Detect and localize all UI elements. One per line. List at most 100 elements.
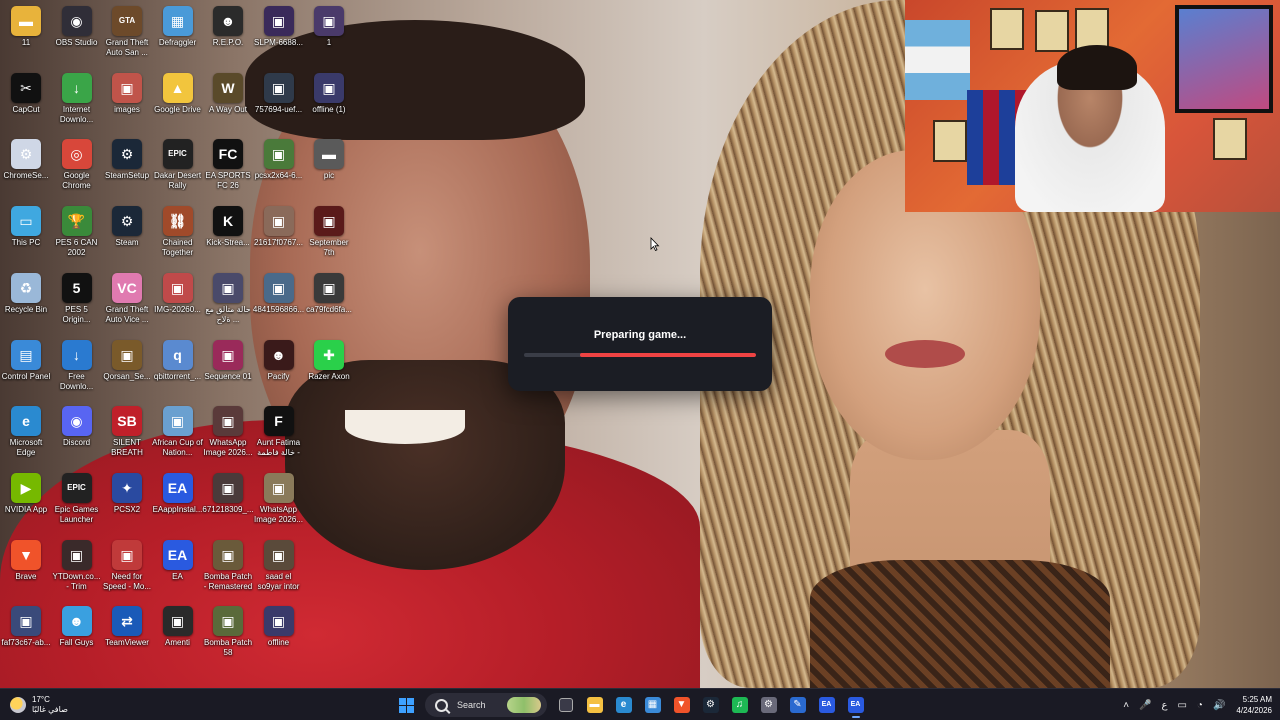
desktop-icon[interactable]: ▣ faf73c67-ab... (0, 602, 52, 668)
desktop-app-icon: ▣ (213, 272, 243, 303)
desktop-icon[interactable]: ▣ Amenti (152, 602, 204, 668)
taskbar-app-word-pad[interactable]: ✎ (785, 692, 811, 718)
desktop-icon[interactable]: ▣ WhatsApp Image 2026... (202, 402, 254, 468)
desktop-icon[interactable]: ↓ Internet Downlo... (51, 69, 103, 135)
desktop-icon[interactable]: ▣ IMG-20260... (152, 269, 204, 335)
taskbar-app-ea-app-active[interactable]: EA (843, 692, 869, 718)
desktop-app-icon: EPIC (162, 139, 193, 170)
desktop-icon[interactable]: ▤ Control Panel (0, 336, 52, 402)
desktop-icon[interactable]: ⇄ TeamViewer (101, 602, 153, 668)
desktop-app-icon: ▣ (61, 539, 92, 570)
desktop-icon[interactable]: WA Way Out (202, 69, 254, 135)
desktop-icon[interactable]: ▣ Bomba Patch 58 (202, 602, 254, 668)
desktop-icon[interactable]: ↓ Free Downlo... (51, 336, 103, 402)
desktop-icon[interactable]: SB SILENT BREATH (101, 402, 153, 468)
taskbar-search-box[interactable]: Search (425, 693, 547, 717)
desktop-icon[interactable]: EPIC Dakar Desert Rally (152, 135, 204, 201)
desktop-icon[interactable]: ▣ Need for Speed - Mo... (101, 536, 153, 602)
webcam-poster (1035, 10, 1069, 52)
desktop-icon[interactable]: EA EA (152, 536, 204, 602)
desktop-icon[interactable]: ▣ saad el so9yar intor (253, 536, 305, 602)
desktop-icon[interactable]: ▣ 1 (303, 2, 355, 68)
desktop-icon-label: 4841596866... (252, 304, 305, 314)
desktop-icon[interactable]: GTA Grand Theft Auto San ... (101, 2, 153, 68)
desktop-icon[interactable]: ▣ pcsx2x64-6... (253, 135, 305, 201)
desktop-icon[interactable]: ✦ PCSX2 (101, 469, 153, 535)
desktop-icon[interactable]: K Kick-Strea... (202, 202, 254, 268)
language-indicator[interactable]: ع (1161, 700, 1167, 711)
desktop-icon[interactable]: 🏆 PES 6 CAN 2002 (51, 202, 103, 268)
desktop-icon[interactable]: ▣ YTDown.co... - Trim (51, 536, 103, 602)
desktop-icon-label: Sequence 01 (204, 371, 252, 381)
desktop-icon[interactable]: ▣ SLPM-6688... (253, 2, 305, 68)
desktop-icon[interactable]: ▼ Brave (0, 536, 52, 602)
desktop-icon[interactable]: ▬ pic (303, 135, 355, 201)
desktop-icon[interactable]: ▣ Sequence 01 (202, 336, 254, 402)
desktop-icon[interactable]: ▣ images (101, 69, 153, 135)
desktop-icon[interactable]: ▶ NVIDIA App (0, 469, 52, 535)
desktop-icon[interactable]: 5 PES 5 Origin... (51, 269, 103, 335)
desktop-icon-label: WhatsApp Image 2026... (203, 438, 253, 458)
desktop-icon[interactable]: ▣ 4841596866... (253, 269, 305, 335)
desktop-icon[interactable]: ▣ Qorsan_Se... (101, 336, 153, 402)
desktop-icon[interactable]: ▣ Bomba Patch - Remastered (202, 536, 254, 602)
desktop-icon[interactable]: ▣ African Cup of Nation... (152, 402, 204, 468)
desktop-icon[interactable]: ◉ Discord (51, 402, 103, 468)
desktop-icon[interactable]: ✚ Razer Axon (303, 336, 355, 402)
desktop-icon[interactable]: ▣ 671218309_... (202, 469, 254, 535)
desktop-icon[interactable]: ▣ حالة متألق مع ... ةلاح (202, 269, 254, 335)
monitor-icon[interactable]: ▭ (1177, 700, 1186, 711)
desktop-icon[interactable]: ▲ Google Drive (152, 69, 204, 135)
desktop-app-icon: ◉ (61, 6, 92, 36)
desktop-icon[interactable]: ⚙ SteamSetup (101, 135, 153, 201)
desktop-icon[interactable]: ♻ Recycle Bin (0, 269, 52, 335)
task-view-button[interactable] (553, 692, 579, 718)
desktop-icon[interactable]: ▣ ca79fcd6fa... (303, 269, 355, 335)
desktop-icon[interactable]: FC EA SPORTS FC 26 (202, 135, 254, 201)
desktop-icon[interactable]: ▣ offline (1) (303, 69, 355, 135)
desktop-icon[interactable]: ☻ Pacify (253, 336, 305, 402)
desktop-icon[interactable]: VC Grand Theft Auto Vice ... (101, 269, 153, 335)
desktop-icon[interactable]: ✂ CapCut (0, 69, 52, 135)
taskbar-app-settings[interactable]: ⚙ (756, 692, 782, 718)
desktop-app-icon: FC (213, 139, 243, 170)
taskbar-clock[interactable]: 5:25 AM 4/24/2026 (1236, 694, 1272, 716)
weather-widget[interactable]: 17°C صافي غالبًا (10, 693, 68, 717)
desktop-icon[interactable]: ▬ 11 (0, 2, 52, 68)
desktop-icon[interactable]: ▣ September 7th (303, 202, 355, 268)
taskbar-app-file-explorer[interactable]: ▬ (582, 692, 608, 718)
desktop-icon[interactable]: ▣ 21617f0767... (253, 202, 305, 268)
desktop-icon[interactable]: F Aunt Fatima خالة فاطمة - (253, 402, 305, 468)
taskbar-app-steam[interactable]: ⚙ (698, 692, 724, 718)
taskbar-app-store[interactable]: ▦ (640, 692, 666, 718)
desktop-icon[interactable]: ▭ This PC (0, 202, 52, 268)
desktop-icon[interactable]: ☻ R.E.P.O. (202, 2, 254, 68)
desktop-icon[interactable]: ⛓ Chained Together (152, 202, 204, 268)
taskbar-app-edge[interactable]: e (611, 692, 637, 718)
desktop-icon[interactable]: ☻ Fall Guys (51, 602, 103, 668)
chevron-up-icon[interactable]: ˄ (1123, 700, 1129, 711)
taskbar-app-spotify[interactable]: ♫ (727, 692, 753, 718)
desktop-icon[interactable]: ⚙ ChromeSe... (0, 135, 52, 201)
desktop-icon[interactable]: q qbittorrent_... (152, 336, 204, 402)
desktop-icon[interactable]: ▣ offline (253, 602, 305, 668)
desktop-icon[interactable]: ◎ Google Chrome (51, 135, 103, 201)
desktop-app-icon: ▣ (263, 272, 294, 303)
taskbar-app-brave[interactable]: ▼ (669, 692, 695, 718)
desktop-app-icon: ▲ (162, 72, 193, 103)
desktop-icon[interactable]: ▣ 757694-uef... (253, 69, 305, 135)
microphone-icon[interactable]: 🎤 (1139, 700, 1151, 711)
start-button[interactable] (394, 692, 420, 718)
desktop-app-icon: ▬ (11, 6, 41, 36)
desktop-icon[interactable]: EPIC Epic Games Launcher (51, 469, 103, 535)
desktop-icon[interactable]: e Microsoft Edge (0, 402, 52, 468)
desktop-icon[interactable]: ▣ WhatsApp Image 2026... (253, 469, 305, 535)
wifi-icon[interactable]: ◔ (1197, 700, 1203, 711)
volume-icon[interactable]: 🔊 (1213, 700, 1225, 711)
desktop-icon[interactable]: ⚙ Steam (101, 202, 153, 268)
taskbar: 17°C صافي غالبًا Search ▬ e ▦ ▼ ⚙ ♫ ⚙ ✎ EA EA ˄ 🎤… (0, 688, 1280, 720)
desktop-icon[interactable]: EA EAappInstal... (152, 469, 204, 535)
desktop-icon[interactable]: ◉ OBS Studio (51, 2, 103, 68)
desktop-icon[interactable]: ▦ Defraggler (152, 2, 204, 68)
taskbar-app-ea-app[interactable]: EA (814, 692, 840, 718)
